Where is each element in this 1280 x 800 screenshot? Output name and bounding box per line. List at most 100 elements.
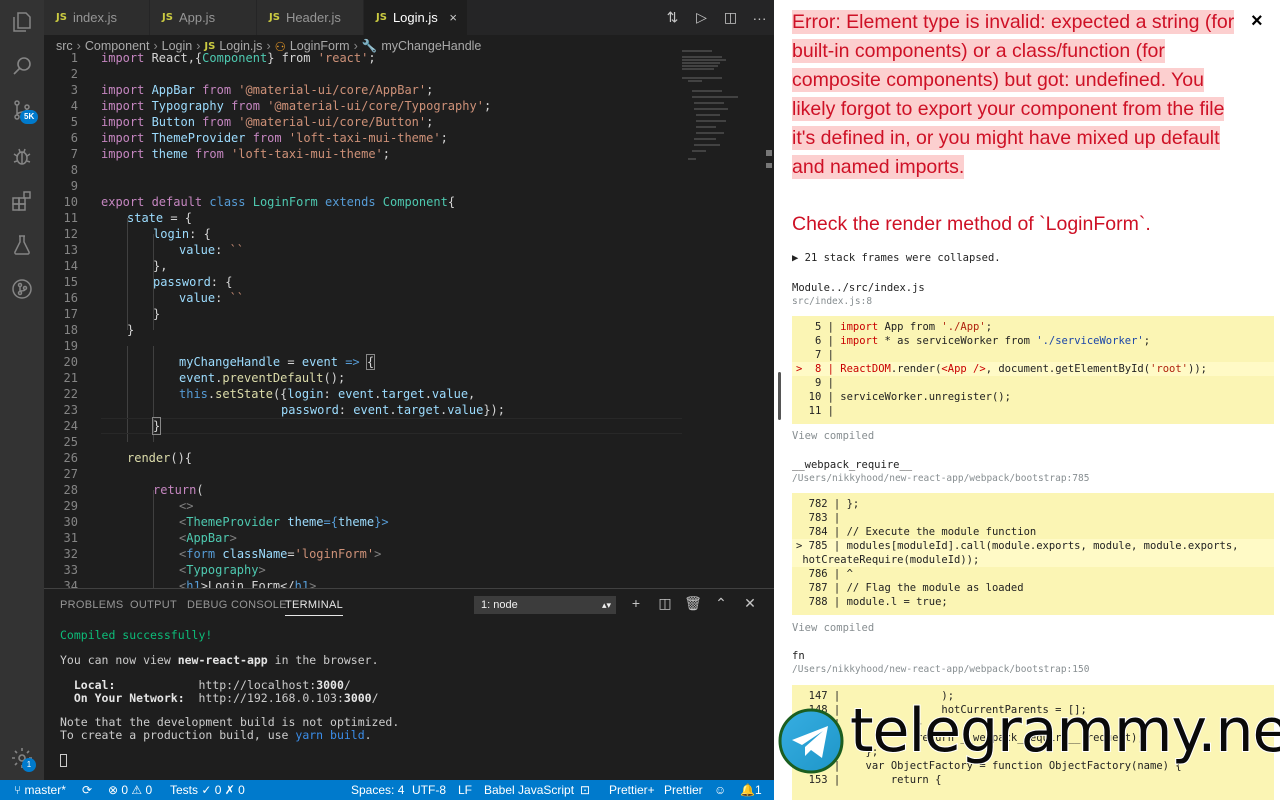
code-line: 20 myChangeHandle = event => {: [44, 354, 684, 370]
pane-divider[interactable]: [774, 0, 785, 800]
chevron-down-icon: ▴▾: [601, 600, 611, 610]
line-number: 24: [63, 419, 78, 433]
indentation[interactable]: Spaces: 4: [351, 783, 404, 797]
tab-header-js[interactable]: JS Header.js: [257, 0, 364, 35]
activity-bar: 5K 1: [0, 0, 44, 780]
line-number: 12: [63, 227, 78, 241]
branch-indicator[interactable]: ⑂ master*: [14, 783, 66, 797]
vertical-scrollbar[interactable]: [762, 50, 774, 588]
smiley-icon[interactable]: ☺: [714, 783, 726, 797]
more-actions-icon[interactable]: ···: [745, 10, 774, 26]
end-of-line[interactable]: LF: [458, 783, 472, 797]
js-file-icon: JS: [162, 12, 173, 23]
encoding[interactable]: UTF-8: [412, 783, 446, 797]
line-number: 26: [63, 451, 78, 465]
warning-icon: ⚠: [128, 783, 146, 797]
line-number: 23: [63, 403, 78, 417]
tab-label: Login.js: [392, 10, 438, 25]
code-frame: 782 | }; 783 | 784 | // Execute the modu…: [792, 493, 1274, 615]
line-number: 2: [70, 67, 78, 81]
settings-badge: 1: [22, 758, 36, 772]
code-line: 25: [44, 434, 684, 450]
minimap[interactable]: [682, 50, 742, 180]
git-branch-icon: ⑂: [14, 783, 25, 797]
view-compiled-link[interactable]: View compiled: [792, 430, 874, 442]
frame-name: __webpack_require__: [792, 459, 913, 471]
tab-problems[interactable]: PROBLEMS: [60, 599, 124, 611]
debug-icon[interactable]: [8, 142, 36, 170]
testing-flask-icon[interactable]: [8, 231, 36, 259]
git-graph-icon[interactable]: [8, 275, 36, 303]
line-number: 21: [63, 371, 78, 385]
frame-path[interactable]: /Users/nikkyhood/new-react-app/webpack/b…: [792, 473, 1089, 484]
run-icon[interactable]: ▷: [687, 9, 716, 26]
code-line: 31 <AppBar>: [44, 530, 684, 546]
editor-tabs: JS index.js JS App.js JS Header.js JS Lo…: [44, 0, 774, 35]
explorer-icon[interactable]: [8, 8, 36, 36]
sync-icon[interactable]: ⟳: [82, 783, 92, 797]
split-terminal-icon[interactable]: ◫: [655, 595, 675, 612]
frame-path[interactable]: src/index.js:8: [792, 296, 872, 307]
compare-icon[interactable]: ⇅: [658, 9, 687, 26]
x-icon: ✗: [221, 783, 239, 797]
line-number: 3: [70, 83, 78, 97]
tab-index-js[interactable]: JS index.js: [44, 0, 150, 35]
code-line: 23 password: event.target.value});: [44, 402, 684, 418]
js-file-icon: JS: [376, 12, 387, 23]
prettier[interactable]: Prettier: [664, 783, 703, 797]
line-number: 1: [70, 51, 78, 65]
tab-label: App.js: [178, 10, 216, 25]
line-number: 5: [70, 115, 78, 129]
tab-debug-console[interactable]: DEBUG CONSOLE: [187, 599, 287, 611]
tab-login-js[interactable]: JS Login.js ×: [364, 0, 468, 35]
frame-path[interactable]: /Users/nikkyhood/new-react-app/webpack/b…: [792, 664, 1089, 675]
collapsed-frames-toggle[interactable]: ▶ 21 stack frames were collapsed.: [792, 252, 1001, 264]
error-subtitle: Check the render method of `LoginForm`.: [792, 213, 1151, 235]
code-frame-line: > 785 | modules[moduleId].call(module.ex…: [796, 540, 1239, 552]
code-editor[interactable]: 1 import React,{Component} from 'react'; …: [44, 50, 774, 588]
view-compiled-link[interactable]: View compiled: [792, 622, 874, 634]
search-icon[interactable]: [8, 52, 36, 80]
tab-close-icon[interactable]: ×: [449, 10, 457, 25]
close-panel-icon[interactable]: ✕: [740, 595, 760, 612]
line-number: 19: [63, 339, 78, 353]
terminal-select-value: 1: node: [481, 599, 518, 611]
code-frame-line: 786 | ^: [796, 568, 853, 580]
tab-app-js[interactable]: JS App.js: [150, 0, 257, 35]
telegram-logo-icon: [778, 708, 844, 774]
editor-actions: ⇅ ▷ ◫ ···: [658, 0, 774, 35]
tab-label: Header.js: [285, 10, 341, 25]
tab-output[interactable]: OUTPUT: [130, 599, 177, 611]
code-frame-line: 5 | import App from './App';: [796, 321, 993, 333]
code-line: 4 import Typography from '@material-ui/co…: [44, 98, 684, 114]
tests-indicator[interactable]: Tests ✓ 0 ✗ 0: [170, 783, 245, 797]
new-terminal-icon[interactable]: +: [626, 595, 646, 611]
tab-label: index.js: [72, 10, 118, 25]
line-number: 27: [63, 467, 78, 481]
code-frame-line: hotCreateRequire(moduleId));: [796, 554, 980, 566]
code-line: 11 state = {: [44, 210, 684, 226]
notifications-indicator[interactable]: 🔔1: [740, 783, 762, 797]
tab-terminal[interactable]: TERMINAL: [285, 599, 344, 616]
problems-indicator[interactable]: ⊗ 0 ⚠ 0: [108, 783, 152, 797]
code-line: 12 login: {: [44, 226, 684, 242]
feedback-icon[interactable]: ⊡: [580, 783, 590, 797]
terminal-line: Compiled successfully!: [60, 628, 213, 642]
code-line: 27: [44, 466, 684, 482]
prettier-plus[interactable]: Prettier+: [609, 783, 655, 797]
line-number: 30: [63, 515, 78, 529]
react-error-overlay: Error: Element type is invalid: expected…: [785, 0, 1280, 800]
maximize-panel-icon[interactable]: ⌃: [711, 595, 731, 612]
trash-icon[interactable]: 🗑: [683, 595, 703, 612]
extensions-icon[interactable]: [8, 187, 36, 215]
line-number: 10: [63, 195, 78, 209]
line-number: 13: [63, 243, 78, 257]
frame-name: fn: [792, 650, 805, 662]
language-mode[interactable]: Babel JavaScript: [484, 783, 574, 797]
terminal-select[interactable]: 1: node ▴▾: [474, 596, 616, 614]
code-line: 8: [44, 162, 684, 178]
line-number: 14: [63, 259, 78, 273]
split-editor-icon[interactable]: ◫: [716, 9, 745, 26]
error-message: Error: Element type is invalid: expected…: [792, 10, 1235, 179]
close-icon[interactable]: ×: [1251, 10, 1263, 33]
